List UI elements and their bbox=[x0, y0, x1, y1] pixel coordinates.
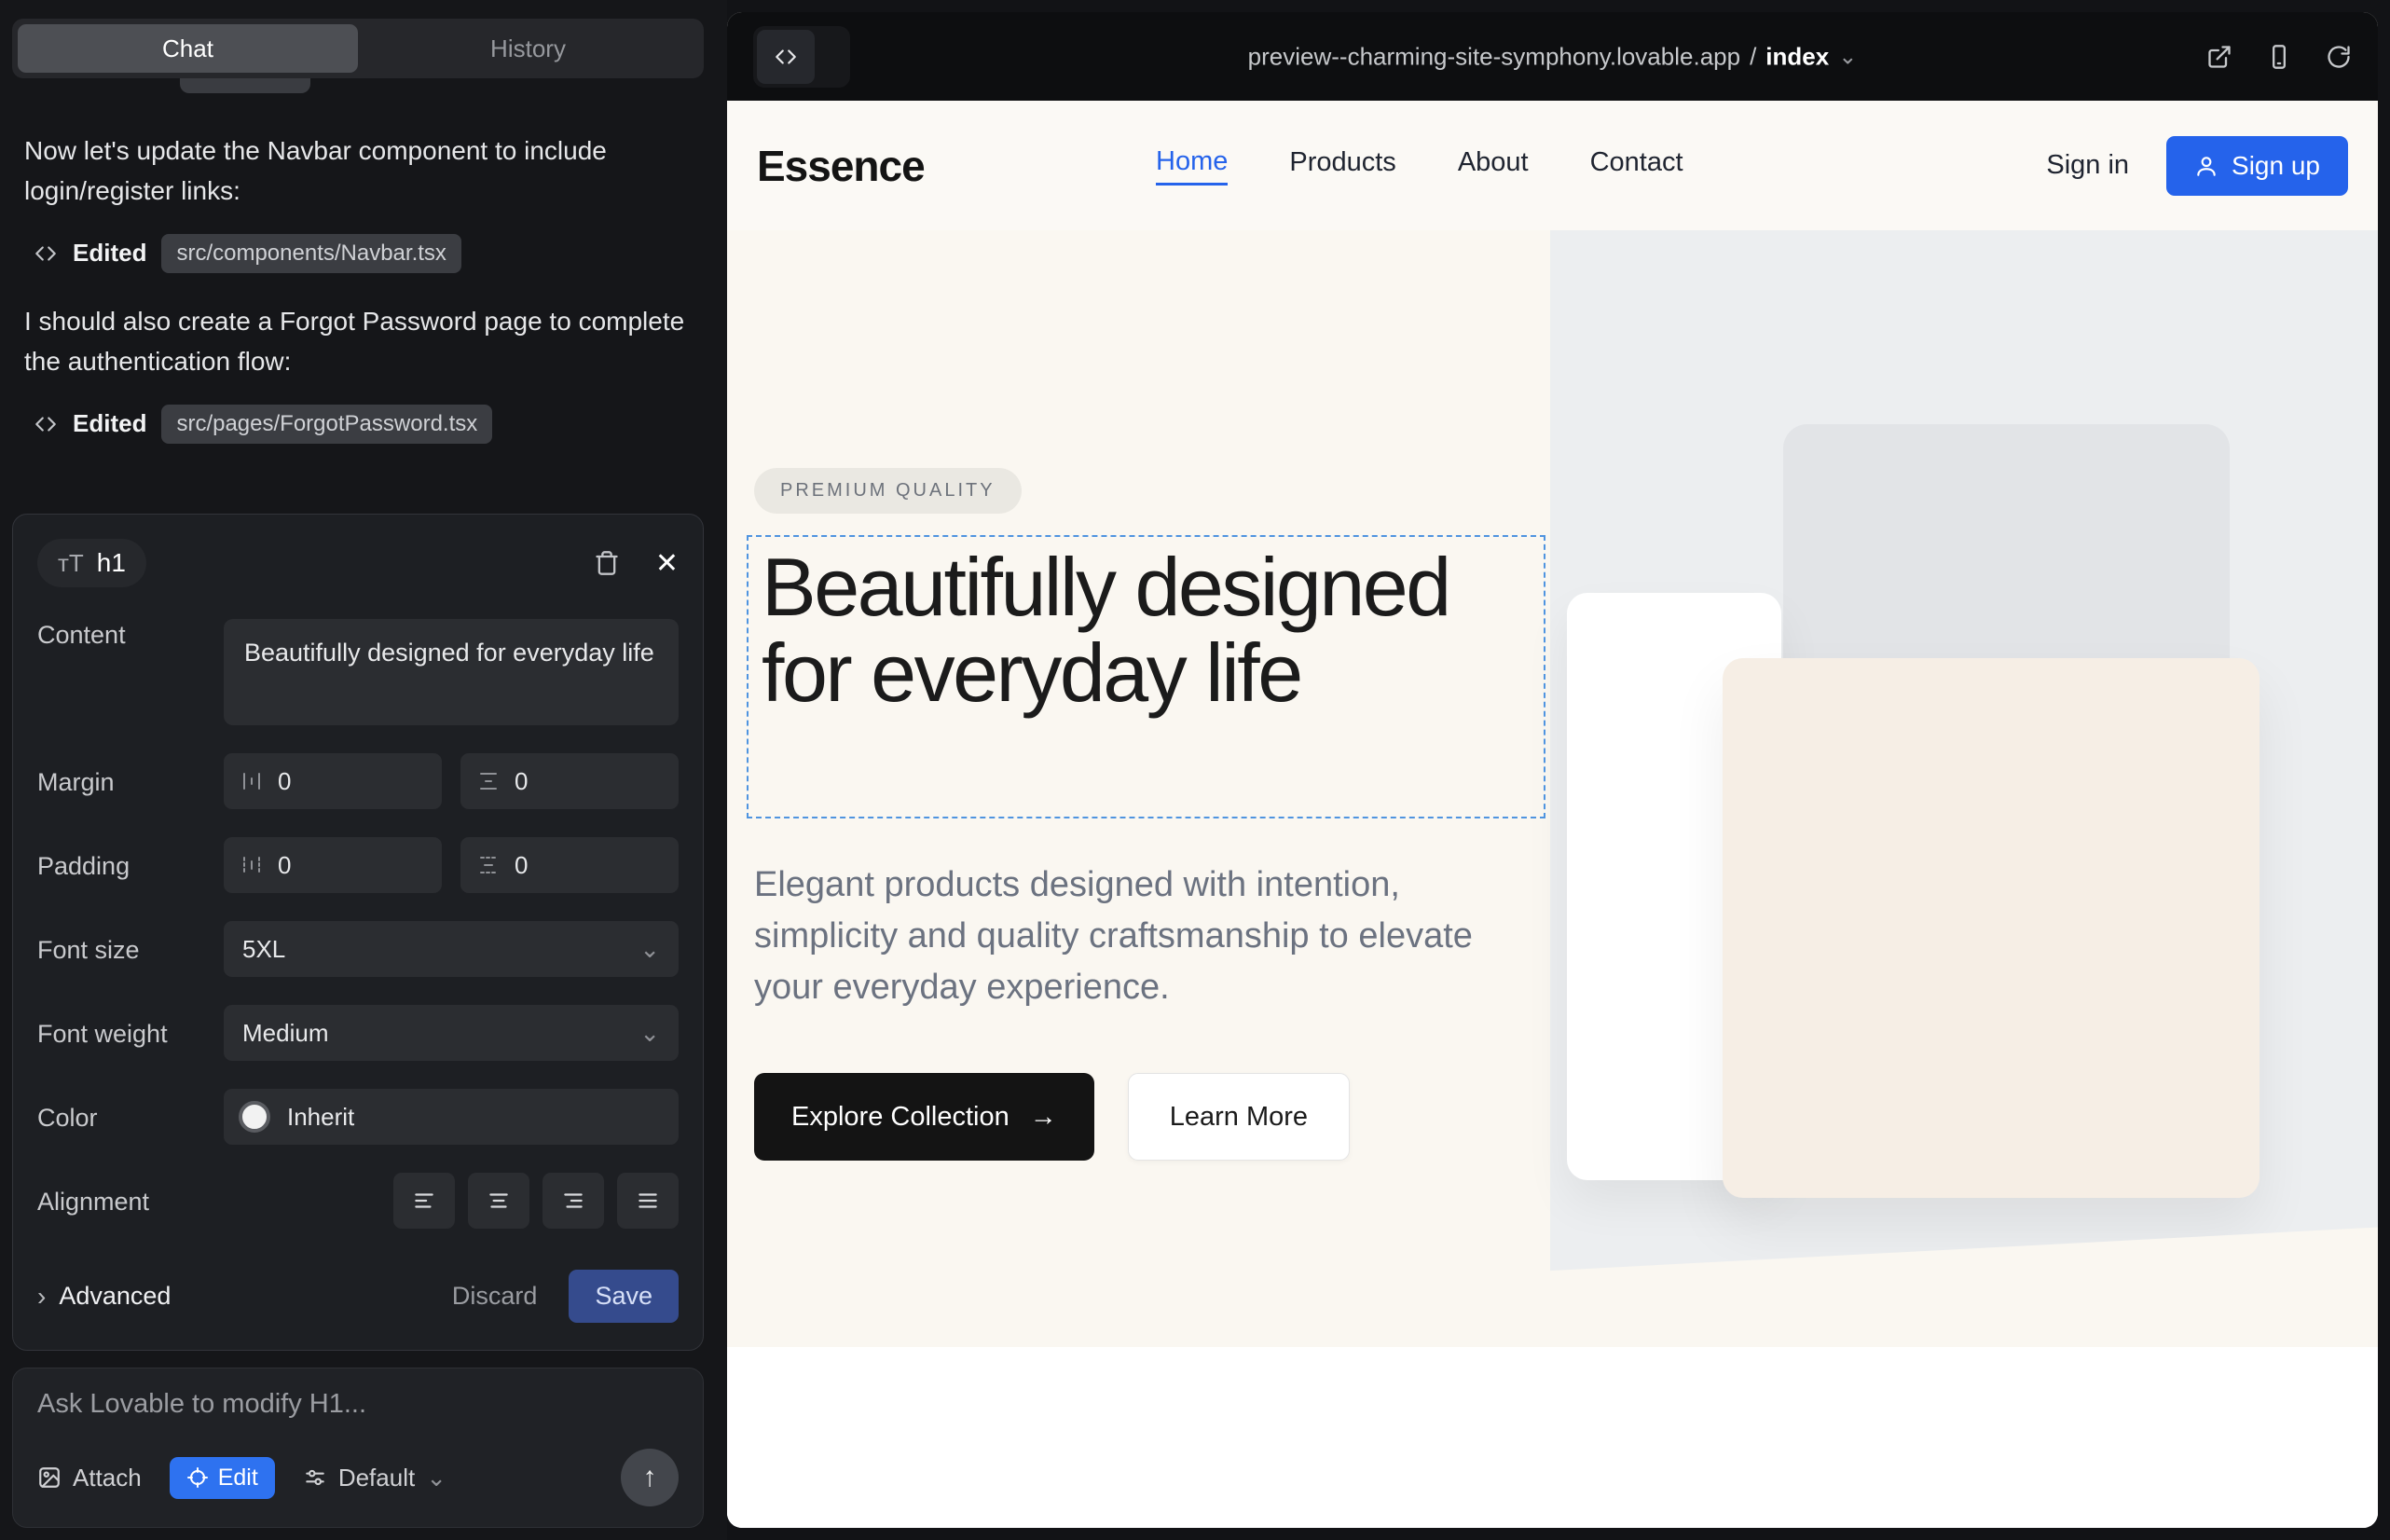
arrow-right-icon: → bbox=[1030, 1102, 1057, 1133]
selected-element-tag: h1 bbox=[97, 548, 126, 578]
tab-chat[interactable]: Chat bbox=[18, 24, 358, 73]
padding-label: Padding bbox=[37, 850, 224, 881]
font-weight-select[interactable]: Medium ⌄ bbox=[224, 1005, 679, 1061]
color-picker[interactable]: Inherit bbox=[224, 1089, 679, 1145]
delete-element-button[interactable] bbox=[594, 550, 620, 576]
content-textarea[interactable]: Beautifully designed for everyday life bbox=[224, 619, 679, 725]
site-viewport: Essence Home Products About Contact Sign… bbox=[727, 101, 2378, 1528]
code-icon[interactable] bbox=[757, 30, 815, 84]
close-panel-button[interactable]: ✕ bbox=[655, 547, 679, 580]
align-center-button[interactable] bbox=[468, 1173, 529, 1229]
file-chip[interactable]: src/components/Navbar.tsx bbox=[161, 234, 460, 273]
edited-label: Edited bbox=[73, 409, 146, 438]
padding-y-icon bbox=[477, 854, 500, 876]
chevron-down-icon: ⌄ bbox=[1838, 43, 1857, 70]
advanced-toggle[interactable]: › Advanced bbox=[37, 1282, 171, 1312]
toggle-spacer bbox=[815, 30, 846, 84]
edited-file-row[interactable]: Edited src/components/Navbar.tsx bbox=[34, 234, 705, 273]
sidebar-tabbar: Chat History bbox=[12, 19, 704, 78]
premium-quality-badge: PREMIUM QUALITY bbox=[754, 468, 1022, 514]
chevron-down-icon: ⌄ bbox=[639, 935, 660, 964]
typography-icon: тT bbox=[58, 549, 84, 578]
padding-x-input[interactable]: 0 bbox=[224, 837, 442, 893]
preview-url[interactable]: preview--charming-site-symphony.lovable.… bbox=[1248, 42, 1858, 71]
align-left-button[interactable] bbox=[393, 1173, 455, 1229]
font-size-select[interactable]: 5XL ⌄ bbox=[224, 921, 679, 977]
content-label: Content bbox=[37, 619, 224, 650]
hero-section: PREMIUM QUALITY Beautifully designed for… bbox=[727, 230, 2378, 1347]
site-navbar: Essence Home Products About Contact Sign… bbox=[727, 101, 2378, 230]
sign-in-link[interactable]: Sign in bbox=[2046, 150, 2129, 181]
font-size-label: Font size bbox=[37, 934, 224, 965]
font-weight-label: Font weight bbox=[37, 1018, 224, 1049]
user-icon bbox=[2194, 154, 2218, 178]
arrow-up-icon: ↑ bbox=[643, 1462, 657, 1493]
nav-home[interactable]: Home bbox=[1156, 146, 1228, 186]
code-view-toggle[interactable] bbox=[753, 26, 850, 88]
explore-collection-button[interactable]: Explore Collection → bbox=[754, 1073, 1094, 1161]
attach-button[interactable]: Attach bbox=[37, 1464, 142, 1492]
hero-heading[interactable]: Beautifully designed for everyday life bbox=[749, 537, 1544, 724]
open-external-button[interactable] bbox=[2206, 44, 2232, 70]
nav-about[interactable]: About bbox=[1458, 147, 1529, 184]
refresh-button[interactable] bbox=[2326, 44, 2352, 70]
padding-x-icon bbox=[240, 854, 263, 876]
model-default-selector[interactable]: Default ⌄ bbox=[303, 1464, 446, 1492]
save-button[interactable]: Save bbox=[569, 1270, 679, 1323]
code-icon bbox=[34, 241, 58, 266]
selected-element-pill: тT h1 bbox=[37, 539, 146, 587]
h1-selection-outline[interactable]: Beautifully designed for everyday life bbox=[747, 535, 1545, 818]
hero-decor-beige-card bbox=[1723, 658, 2260, 1198]
builder-sidebar: Chat History Now let's update the Navbar… bbox=[0, 0, 727, 1540]
chevron-right-icon: › bbox=[37, 1282, 46, 1312]
sliders-icon bbox=[303, 1465, 327, 1490]
send-button[interactable]: ↑ bbox=[621, 1449, 679, 1506]
margin-y-icon bbox=[477, 770, 500, 792]
site-nav: Home Products About Contact bbox=[1156, 146, 1683, 186]
code-icon bbox=[34, 412, 58, 436]
file-chip[interactable]: src/pages/ForgotPassword.tsx bbox=[161, 405, 492, 444]
chevron-down-icon: ⌄ bbox=[426, 1464, 446, 1492]
target-icon bbox=[186, 1466, 209, 1489]
alignment-label: Alignment bbox=[37, 1186, 224, 1217]
nav-contact[interactable]: Contact bbox=[1590, 147, 1683, 184]
learn-more-button[interactable]: Learn More bbox=[1128, 1073, 1350, 1161]
margin-x-input[interactable]: 0 bbox=[224, 753, 442, 809]
prompt-composer: Attach Edit Default ⌄ ↑ bbox=[12, 1368, 704, 1528]
chat-log: Now let's update the Navbar component to… bbox=[24, 131, 705, 472]
element-editor-panel: тT h1 ✕ Content Beautifully designed for… bbox=[12, 514, 704, 1351]
hero-paragraph: Elegant products designed with intention… bbox=[754, 859, 1509, 1013]
chat-message: Now let's update the Navbar component to… bbox=[24, 131, 705, 212]
margin-y-input[interactable]: 0 bbox=[460, 753, 679, 809]
color-swatch bbox=[239, 1101, 270, 1133]
align-right-button[interactable] bbox=[543, 1173, 604, 1229]
edited-file-row[interactable]: Edited src/pages/ForgotPassword.tsx bbox=[34, 405, 705, 444]
chat-message: I should also create a Forgot Password p… bbox=[24, 301, 705, 382]
sign-up-button[interactable]: Sign up bbox=[2166, 136, 2348, 196]
align-justify-button[interactable] bbox=[617, 1173, 679, 1229]
color-label: Color bbox=[37, 1102, 224, 1133]
preview-chrome-bar: preview--charming-site-symphony.lovable.… bbox=[727, 12, 2378, 101]
site-logo[interactable]: Essence bbox=[757, 141, 925, 191]
nav-products[interactable]: Products bbox=[1289, 147, 1395, 184]
margin-label: Margin bbox=[37, 766, 224, 797]
edit-mode-button[interactable]: Edit bbox=[170, 1457, 275, 1499]
preview-pane: preview--charming-site-symphony.lovable.… bbox=[727, 12, 2378, 1528]
margin-x-icon bbox=[240, 770, 263, 792]
prompt-input[interactable] bbox=[37, 1389, 679, 1430]
padding-y-input[interactable]: 0 bbox=[460, 837, 679, 893]
discard-button[interactable]: Discard bbox=[452, 1282, 538, 1311]
image-icon bbox=[37, 1465, 62, 1490]
tab-history[interactable]: History bbox=[358, 24, 698, 73]
chevron-down-icon: ⌄ bbox=[639, 1019, 660, 1048]
edited-label: Edited bbox=[73, 239, 146, 268]
mobile-view-button[interactable] bbox=[2266, 44, 2292, 70]
below-hero-section bbox=[727, 1347, 2378, 1528]
